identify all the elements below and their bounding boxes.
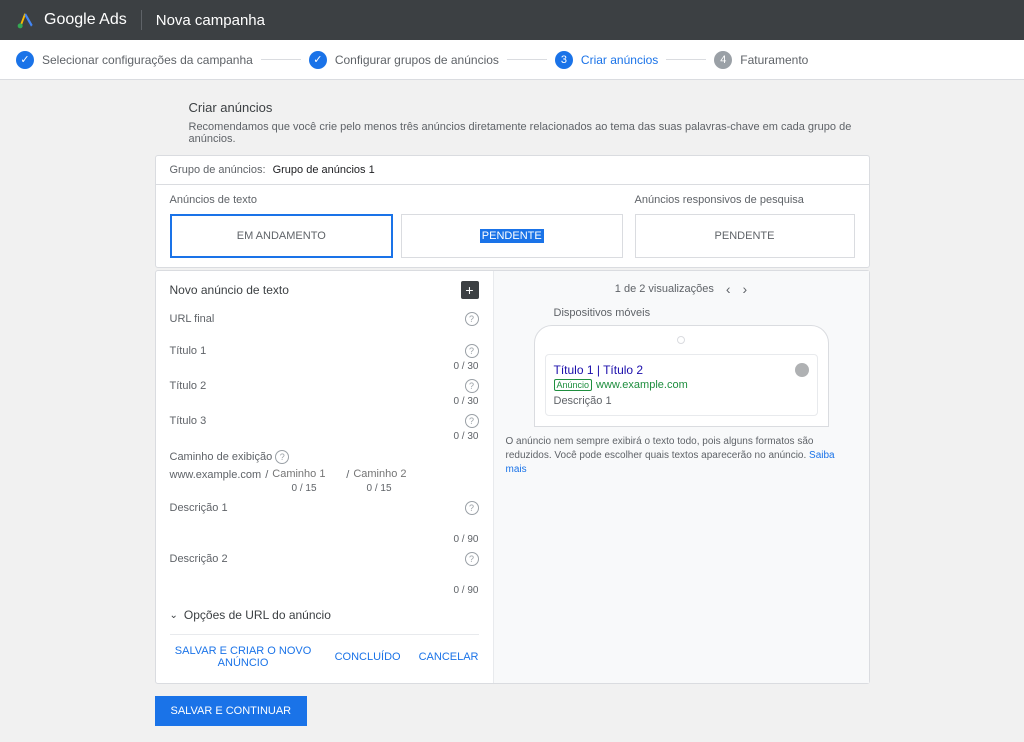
text-ads-header: Anúncios de texto: [170, 194, 623, 206]
next-arrow-icon[interactable]: ›: [743, 281, 748, 297]
ad-group-card: Grupo de anúncios: Grupo de anúncios 1 A…: [155, 155, 870, 268]
form-title: Novo anúncio de texto: [170, 283, 289, 297]
desc1-field[interactable]: Descrição 1?: [170, 500, 479, 516]
step-4[interactable]: 4 Faturamento: [714, 51, 808, 69]
desc2-field[interactable]: Descrição 2?: [170, 551, 479, 567]
app-header: Google Ads Nova campanha: [0, 0, 1024, 40]
step-1[interactable]: ✓ Selecionar configurações da campanha: [16, 51, 253, 69]
brand-text: Google Ads: [44, 11, 127, 29]
group-label: Grupo de anúncios:: [170, 164, 266, 176]
final-url-field[interactable]: URL final?: [170, 311, 479, 327]
info-icon[interactable]: [795, 363, 809, 377]
editor-card: Novo anúncio de texto + URL final? Títul…: [155, 270, 870, 684]
google-ads-icon: [16, 10, 36, 30]
group-value: Grupo de anúncios 1: [273, 164, 375, 176]
ad-card-inprogress[interactable]: EM ANDAMENTO: [170, 214, 394, 258]
help-icon[interactable]: ?: [465, 501, 479, 515]
cancel-button[interactable]: CANCELAR: [419, 645, 479, 669]
help-icon[interactable]: ?: [465, 379, 479, 393]
speaker-icon: [677, 336, 685, 344]
header-divider: [141, 10, 142, 30]
save-and-new-button[interactable]: SALVAR E CRIAR O NOVO ANÚNCIO: [170, 645, 317, 669]
ad-badge: Anúncio: [554, 379, 593, 391]
page-title: Criar anúncios: [189, 100, 870, 115]
counter: 0 / 30: [170, 396, 479, 407]
ad-preview-desc: Descrição 1: [554, 395, 809, 407]
save-continue-button[interactable]: SALVAR E CONTINUAR: [155, 696, 308, 726]
counter: 0 / 90: [170, 585, 479, 596]
help-icon[interactable]: ?: [465, 312, 479, 326]
ad-preview-url: www.example.com: [596, 379, 688, 391]
counter: 0 / 30: [170, 361, 479, 372]
stepper: ✓ Selecionar configurações da campanha ✓…: [0, 40, 1024, 80]
logo: Google Ads: [16, 10, 127, 30]
step-line: [507, 59, 547, 60]
check-icon: ✓: [16, 51, 34, 69]
check-icon: ✓: [309, 51, 327, 69]
prev-arrow-icon[interactable]: ‹: [726, 281, 731, 297]
step-number: 3: [555, 51, 573, 69]
chevron-down-icon: ⌄: [170, 610, 178, 621]
title2-field[interactable]: Título 2?: [170, 378, 479, 394]
help-icon[interactable]: ?: [465, 344, 479, 358]
page-subtitle: Recomendamos que você crie pelo menos tr…: [189, 121, 870, 145]
campaign-title: Nova campanha: [156, 12, 265, 29]
disclaimer: O anúncio nem sempre exibirá o texto tod…: [506, 435, 857, 477]
help-icon[interactable]: ?: [465, 414, 479, 428]
counter: 0 / 90: [170, 534, 479, 545]
responsive-ads-header: Anúncios responsivos de pesquisa: [635, 194, 855, 206]
step-line: [666, 59, 706, 60]
title3-field[interactable]: Título 3?: [170, 413, 479, 429]
preview-panel: 1 de 2 visualizações ‹ › Dispositivos mó…: [493, 271, 869, 683]
add-button[interactable]: +: [461, 281, 479, 299]
ad-card-pending-2[interactable]: PENDENTE: [635, 214, 855, 258]
step-2[interactable]: ✓ Configurar grupos de anúncios: [309, 51, 499, 69]
ad-card-pending-1[interactable]: PENDENTE: [401, 214, 623, 258]
done-button[interactable]: CONCLUÍDO: [335, 645, 401, 669]
url-options-expand[interactable]: ⌄ Opções de URL do anúncio: [170, 602, 479, 628]
ad-form: Novo anúncio de texto + URL final? Títul…: [156, 271, 493, 683]
ad-preview-title: Título 1 | Título 2: [554, 363, 809, 377]
help-icon[interactable]: ?: [465, 552, 479, 566]
step-3[interactable]: 3 Criar anúncios: [555, 51, 658, 69]
device-label: Dispositivos móveis: [554, 307, 857, 319]
title1-field[interactable]: Título 1?: [170, 343, 479, 359]
help-icon[interactable]: ?: [275, 450, 289, 464]
path2-input[interactable]: [353, 468, 423, 481]
preview-count: 1 de 2 visualizações: [615, 283, 714, 295]
counter: 0 / 30: [170, 431, 479, 442]
step-line: [261, 59, 301, 60]
device-frame: Título 1 | Título 2 Anúncio www.example.…: [534, 325, 829, 427]
path-label: Caminho de exibição ?: [170, 448, 290, 466]
display-path: www.example.com / /: [170, 468, 479, 481]
ad-preview: Título 1 | Título 2 Anúncio www.example.…: [545, 354, 818, 416]
path1-input[interactable]: [272, 468, 342, 481]
step-number: 4: [714, 51, 732, 69]
